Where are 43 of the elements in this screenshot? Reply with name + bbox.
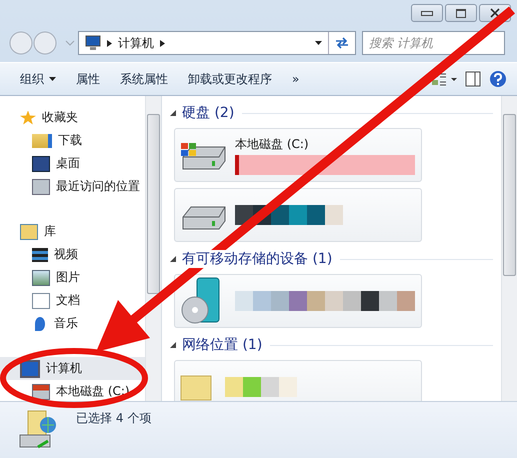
group-heading: 网络位置 (1) — [182, 336, 264, 354]
sidebar-item[interactable]: 文档 — [0, 289, 145, 312]
status-text: 已选择 4 个项 — [76, 410, 152, 426]
toolbar-button[interactable]: 系统属性 — [114, 68, 174, 90]
sidebar-item[interactable]: 收藏夹 — [0, 106, 145, 129]
chevron-right-icon[interactable] — [160, 40, 165, 46]
scrollbar[interactable] — [501, 96, 517, 401]
sidebar-item[interactable]: 视频 — [0, 243, 145, 266]
drive-tile[interactable] — [174, 188, 422, 242]
expand-toggle-icon[interactable] — [170, 256, 176, 262]
address-bar[interactable]: 计算机 — [78, 31, 356, 55]
drive-tile[interactable] — [174, 274, 422, 328]
minimize-button[interactable] — [411, 4, 443, 22]
chevron-right-icon[interactable] — [107, 40, 112, 46]
sidebar-item[interactable]: 音乐 — [0, 312, 145, 335]
help-icon[interactable] — [489, 70, 507, 88]
dropdown-arrow-icon — [49, 77, 56, 82]
sidebar-item[interactable]: 库 — [0, 220, 145, 243]
close-icon — [490, 8, 500, 18]
sidebar-item[interactable]: 下载 — [0, 129, 145, 152]
scrollbar[interactable] — [145, 96, 161, 401]
computer-icon — [83, 35, 101, 51]
pixelated-block — [225, 377, 297, 397]
dropdown-arrow-icon[interactable] — [315, 41, 322, 45]
toolbar-button[interactable]: 卸载或更改程序 — [182, 68, 278, 90]
maximize-button[interactable] — [445, 4, 477, 22]
drive-tile[interactable]: 本地磁盘 (C:) — [174, 128, 422, 182]
drive-tile[interactable] — [174, 360, 422, 401]
group-heading: 硬盘 (2) — [182, 104, 236, 122]
sidebar-item[interactable]: 桌面 — [0, 152, 145, 175]
drive-name: 本地磁盘 (C:) — [235, 136, 309, 152]
breadcrumb-item[interactable]: 计算机 — [118, 34, 154, 52]
search-field[interactable]: 搜索 计算机 — [362, 31, 505, 55]
preview-pane-icon[interactable] — [465, 71, 481, 87]
sidebar-item[interactable]: 图片 — [0, 266, 145, 289]
expand-toggle-icon[interactable] — [170, 110, 176, 116]
sidebar-item[interactable]: 最近访问的位置 — [0, 175, 145, 198]
toolbar-button[interactable]: 属性 — [70, 68, 106, 90]
toolbar-button[interactable]: 组织 — [14, 68, 62, 90]
toolbar-button[interactable]: » — [286, 70, 306, 88]
refresh-icon[interactable] — [335, 37, 349, 49]
expand-toggle-icon[interactable] — [170, 342, 176, 348]
group-heading: 有可移动存储的设备 (1) — [182, 250, 334, 268]
